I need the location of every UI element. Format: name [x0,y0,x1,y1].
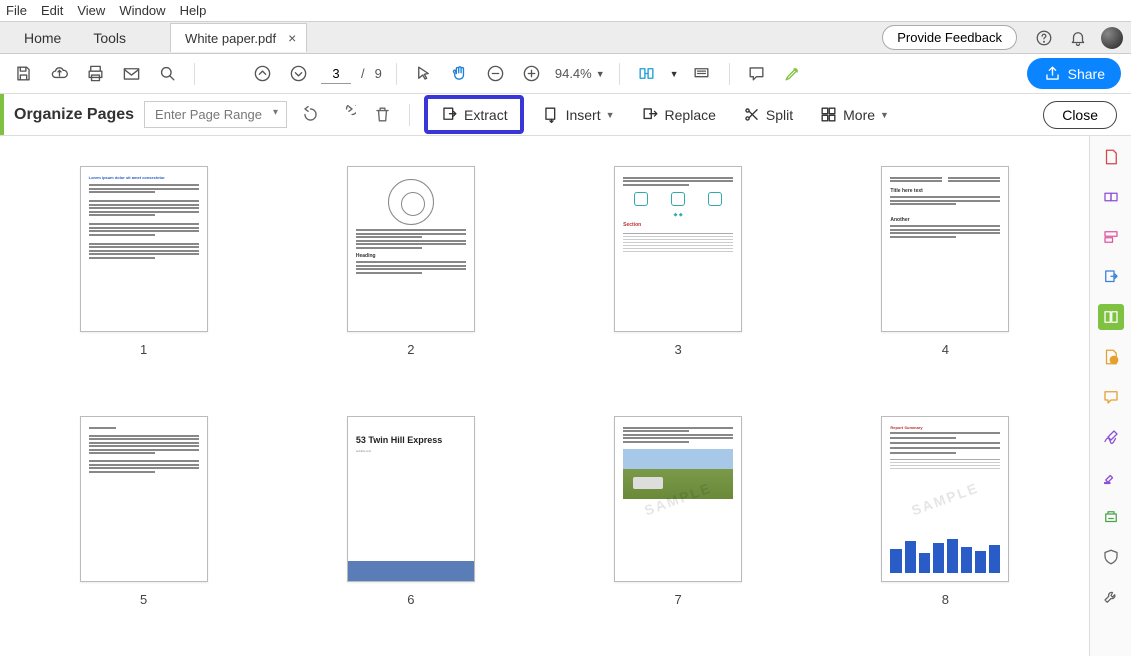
menu-window[interactable]: Window [119,3,165,18]
save-icon[interactable] [10,61,36,87]
tools-rail [1089,136,1131,656]
fit-dropdown-icon[interactable]: ▼ [670,69,679,79]
page-number-label: 6 [407,592,414,607]
cloud-icon[interactable] [46,61,72,87]
page-number-label: 4 [942,342,949,357]
bell-icon[interactable] [1067,27,1089,49]
email-icon[interactable] [118,61,144,87]
extract-button[interactable]: Extract [424,95,524,134]
menu-view[interactable]: View [77,3,105,18]
page-thumbnail[interactable]: 5 [80,416,208,626]
rail-organize-icon[interactable] [1098,304,1124,330]
close-button[interactable]: Close [1043,101,1117,129]
rail-scan-icon[interactable] [1098,504,1124,530]
hand-tool-icon[interactable] [447,61,473,87]
page-total: 9 [375,66,382,81]
page-number-label: 7 [675,592,682,607]
rail-fill-sign-icon[interactable] [1098,344,1124,370]
menu-bar: File Edit View Window Help [0,0,1131,22]
menu-help[interactable]: Help [180,3,207,18]
print-icon[interactable] [82,61,108,87]
read-mode-icon[interactable] [689,61,715,87]
rail-create-pdf-icon[interactable] [1098,144,1124,170]
comment-icon[interactable] [744,61,770,87]
insert-button[interactable]: Insert▼ [534,100,623,129]
highlight-icon[interactable] [780,61,806,87]
help-icon[interactable] [1033,27,1055,49]
rail-export-icon[interactable] [1098,264,1124,290]
rail-sign-icon[interactable] [1098,424,1124,450]
rail-more-tools-icon[interactable] [1098,584,1124,610]
tab-bar: Home Tools White paper.pdf × Provide Fee… [0,22,1131,54]
fit-width-icon[interactable] [634,61,660,87]
organize-toolbar: Organize Pages Enter Page Range Extract … [0,94,1131,136]
rail-redact-icon[interactable] [1098,464,1124,490]
user-avatar[interactable] [1101,27,1123,49]
rail-edit-icon[interactable] [1098,224,1124,250]
provide-feedback-button[interactable]: Provide Feedback [882,25,1017,50]
rail-protect-icon[interactable] [1098,544,1124,570]
page-separator: / [361,66,365,81]
page-thumbnail[interactable]: Report Summary SAMPLE 8 [881,416,1009,626]
zoom-out-icon[interactable] [483,61,509,87]
main-toolbar: / 9 94.4%▼ ▼ Share [0,54,1131,94]
page-up-icon[interactable] [249,61,275,87]
page-number-label: 3 [675,342,682,357]
page-thumbnail[interactable]: Title here text Another 4 [881,166,1009,376]
menu-file[interactable]: File [6,3,27,18]
selection-tool-icon[interactable] [411,61,437,87]
page-down-icon[interactable] [285,61,311,87]
page-thumbnail[interactable]: SAMPLE 7 [614,416,742,626]
page-number-label: 8 [942,592,949,607]
page-number-label: 2 [407,342,414,357]
tab-tools[interactable]: Tools [77,24,142,52]
page-thumbnails-grid: Lorem ipsum dolor sit amet consectetur 1… [0,136,1089,656]
menu-edit[interactable]: Edit [41,3,63,18]
rail-combine-icon[interactable] [1098,184,1124,210]
page-thumbnail[interactable]: Heading 2 [347,166,475,376]
page-range-select[interactable]: Enter Page Range [144,101,287,128]
tab-document[interactable]: White paper.pdf × [170,23,307,52]
zoom-select[interactable]: 94.4%▼ [555,66,605,81]
delete-icon[interactable] [369,102,395,128]
page-thumbnail[interactable]: ◆ ◆ Section 3 [614,166,742,376]
share-button[interactable]: Share [1027,58,1121,89]
close-tab-icon[interactable]: × [288,30,296,46]
tab-document-label: White paper.pdf [185,31,276,46]
rotate-right-icon[interactable] [333,102,359,128]
rail-comment-icon[interactable] [1098,384,1124,410]
search-icon[interactable] [154,61,180,87]
main-area: Lorem ipsum dolor sit amet consectetur 1… [0,136,1131,656]
page-thumbnail[interactable]: 53 Twin Hill Express subtitle text 6 [347,416,475,626]
tab-home[interactable]: Home [8,24,77,52]
split-button[interactable]: Split [734,100,801,129]
rotate-left-icon[interactable] [297,102,323,128]
page-thumbnail[interactable]: Lorem ipsum dolor sit amet consectetur 1 [80,166,208,376]
replace-button[interactable]: Replace [633,100,724,129]
page-number-label: 1 [140,342,147,357]
page-number-label: 5 [140,592,147,607]
more-button[interactable]: More▼ [811,100,897,129]
page-number-input[interactable] [321,64,351,84]
organize-title: Organize Pages [0,106,134,124]
zoom-in-icon[interactable] [519,61,545,87]
